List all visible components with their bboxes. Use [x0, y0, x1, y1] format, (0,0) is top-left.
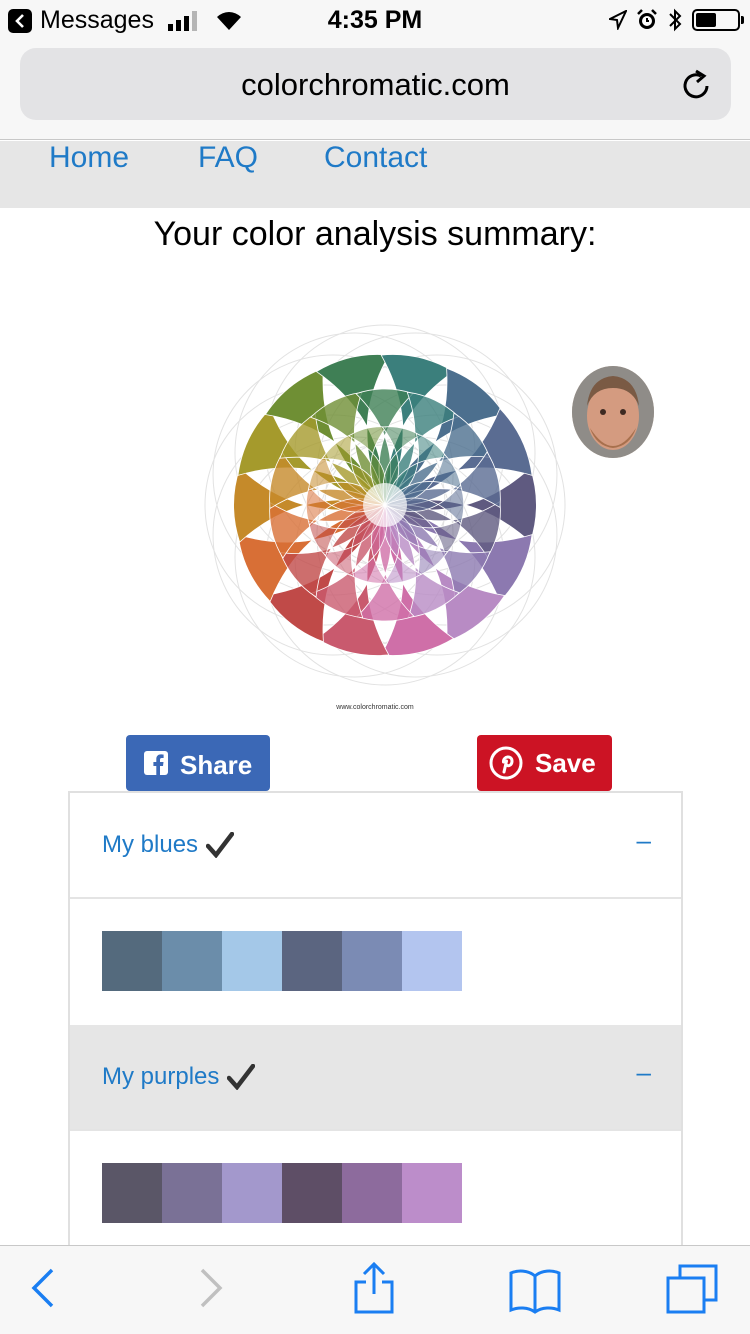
accordion-header-purples[interactable]: My purples – [70, 1025, 681, 1131]
color-swatch [102, 931, 162, 991]
color-swatch [342, 931, 402, 991]
facebook-share-button[interactable]: Share [126, 735, 270, 791]
collapse-toggle[interactable]: – [637, 825, 651, 856]
color-wheel [204, 324, 566, 686]
pinterest-save-label: Save [535, 748, 596, 778]
bluetooth-icon [669, 8, 682, 32]
watermark-text: www.colorchromatic.com [336, 704, 414, 711]
nav-faq-link[interactable]: FAQ [198, 141, 258, 175]
color-swatch [222, 931, 282, 991]
color-swatch [102, 1163, 162, 1223]
forward-icon[interactable] [198, 1266, 224, 1310]
address-bar[interactable]: colorchromatic.com [20, 48, 731, 120]
color-swatch [402, 931, 462, 991]
checkmark-icon [206, 832, 235, 858]
site-nav: Home FAQ Contact [0, 141, 750, 208]
alarm-icon [637, 9, 657, 29]
color-swatch [402, 1163, 462, 1223]
status-bar: Messages 4:35 PM [0, 0, 750, 40]
color-swatch [162, 1163, 222, 1223]
color-swatch [222, 1163, 282, 1223]
swatches-purples [102, 1163, 462, 1223]
color-wheel-center [363, 483, 407, 527]
accordion-title: My blues [102, 831, 199, 858]
page-title: Your color analysis summary: [153, 215, 597, 253]
checkmark-icon [227, 1064, 256, 1090]
color-swatch [342, 1163, 402, 1223]
reload-icon[interactable] [681, 68, 713, 102]
bookmarks-icon[interactable] [508, 1268, 562, 1314]
pinterest-save-button[interactable]: Save [477, 735, 612, 791]
avatar [572, 366, 654, 458]
tabs-icon[interactable] [666, 1264, 718, 1314]
nav-contact-link[interactable]: Contact [324, 141, 427, 175]
swatches-blues [102, 931, 462, 991]
nav-home-link[interactable]: Home [49, 141, 129, 175]
pinterest-icon [489, 746, 523, 780]
accordion-header-blues[interactable]: My blues – [70, 793, 681, 899]
back-icon[interactable] [30, 1266, 56, 1310]
location-icon [609, 10, 627, 30]
battery-level [696, 13, 716, 27]
color-swatch [282, 931, 342, 991]
facebook-icon [144, 751, 168, 775]
share-icon[interactable] [352, 1262, 396, 1314]
browser-toolbar [0, 1245, 750, 1334]
color-groups-accordion: My blues – My purples – [68, 791, 683, 1251]
battery-icon [692, 9, 744, 31]
collapse-toggle[interactable]: – [637, 1057, 651, 1088]
address-bar-area: colorchromatic.com [0, 40, 750, 140]
url-text[interactable]: colorchromatic.com [20, 67, 731, 103]
color-swatch [162, 931, 222, 991]
facebook-share-label: Share [180, 750, 253, 780]
color-swatch [282, 1163, 342, 1223]
accordion-title: My purples [102, 1063, 220, 1090]
